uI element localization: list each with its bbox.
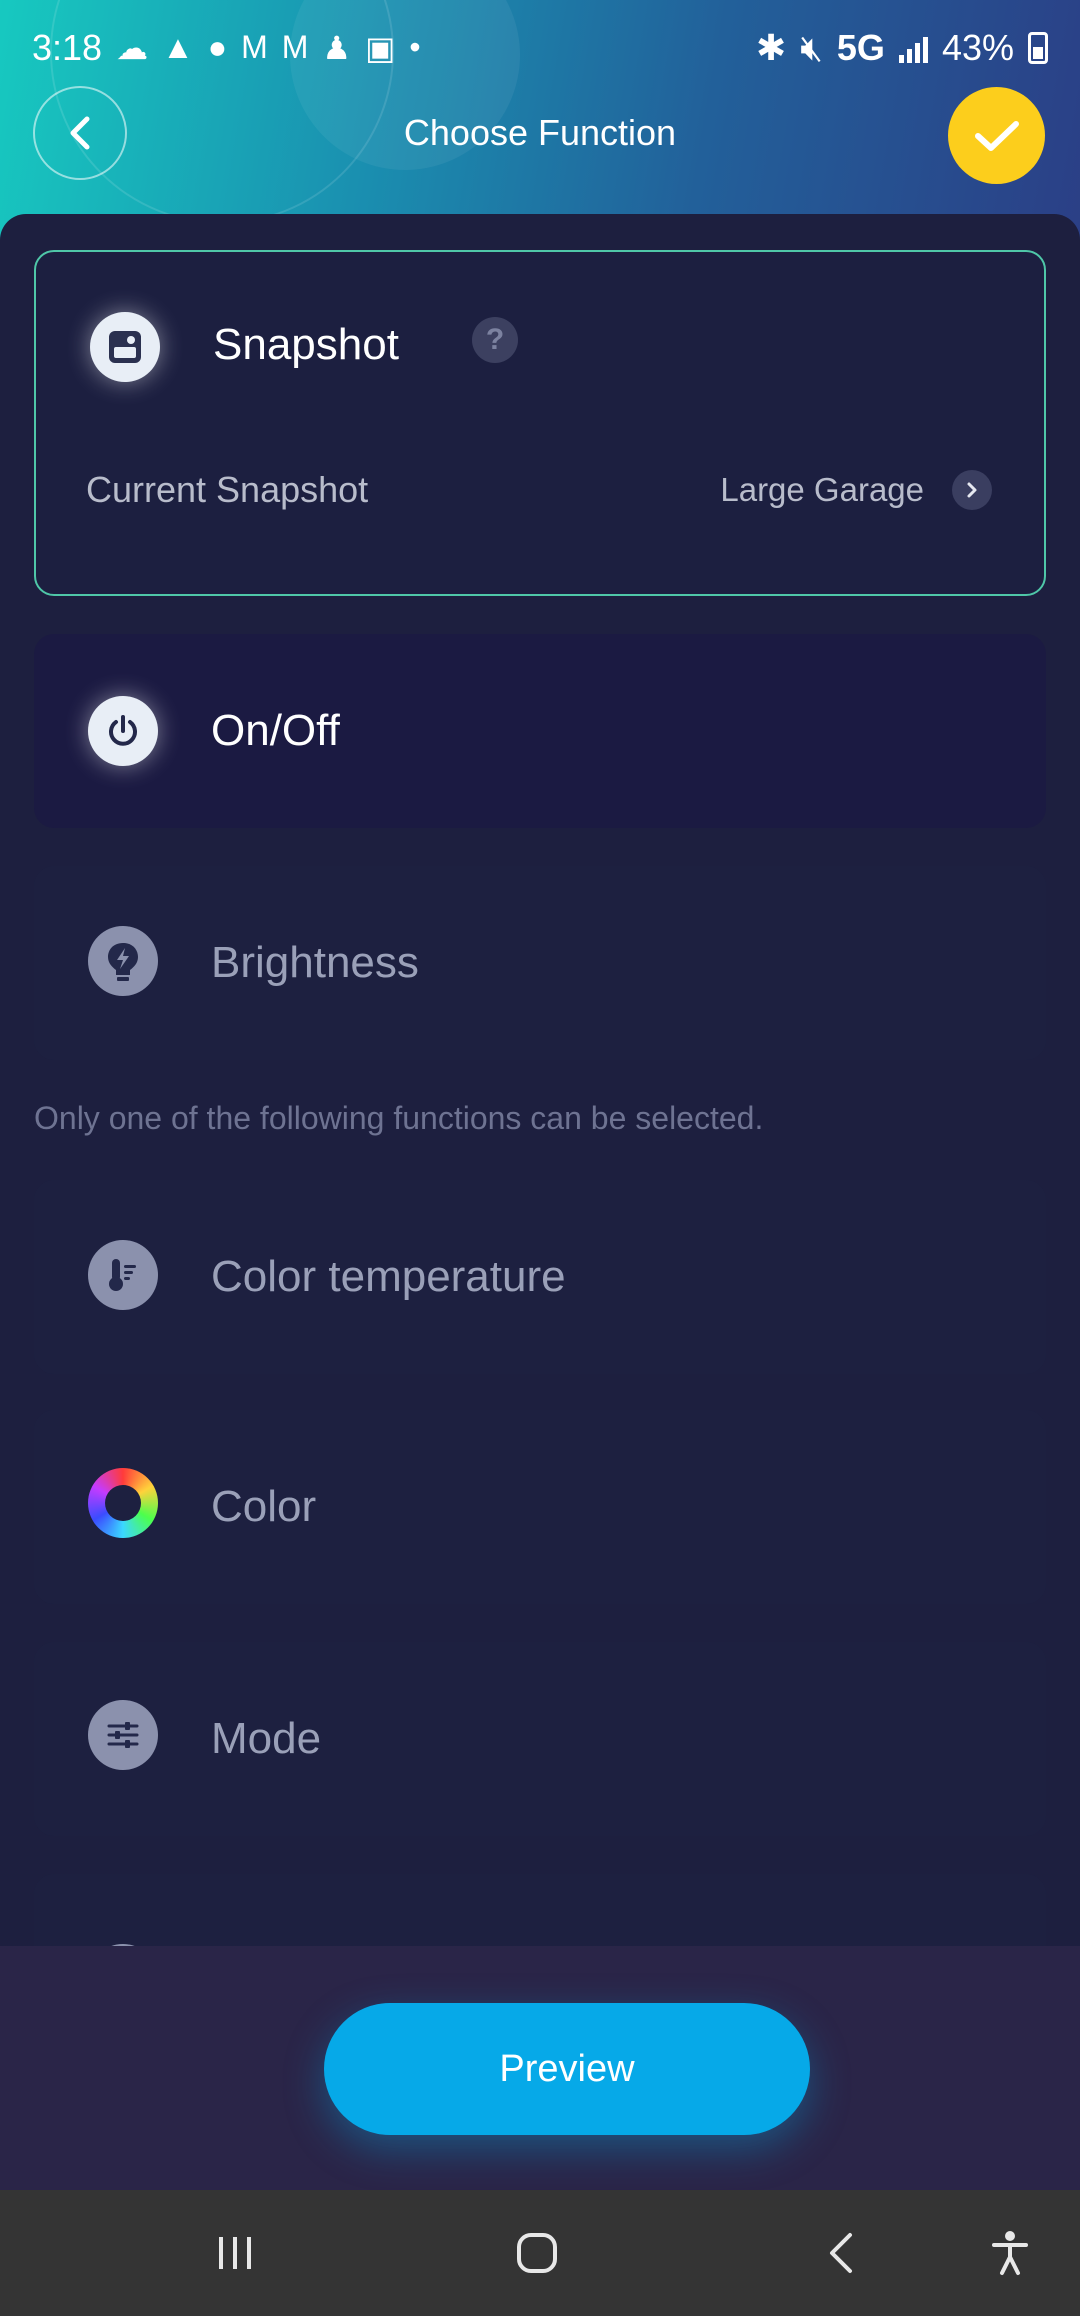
snapshot-icon <box>90 312 160 382</box>
checkmark-icon <box>974 120 1019 151</box>
color-wheel-icon <box>88 1468 158 1538</box>
gmail-icon: M <box>281 29 309 65</box>
back-icon[interactable] <box>796 2190 886 2316</box>
sliders-icon <box>88 1700 158 1770</box>
power-icon <box>88 696 158 766</box>
thermometer-icon <box>88 1240 158 1310</box>
accessibility-icon[interactable] <box>965 2190 1055 2316</box>
chevron-right-icon[interactable] <box>952 470 992 510</box>
function-label: On/Off <box>211 706 340 755</box>
network-type: 5G <box>836 27 885 68</box>
bluetooth-icon: ✱ <box>756 27 787 68</box>
function-label: Brightness <box>211 938 419 987</box>
status-right: ✱ 🔇︎ 5G 43% <box>756 27 1048 70</box>
cloud-icon: ☁ <box>116 30 149 66</box>
function-label: Color <box>211 1482 317 1531</box>
confirm-button[interactable] <box>948 87 1045 184</box>
function-item-mode[interactable]: Mode <box>34 1642 1046 1836</box>
recents-icon[interactable] <box>190 2190 280 2316</box>
function-item-partial[interactable] <box>34 1874 1046 1946</box>
exclusive-note: Only one of the following functions can … <box>34 1100 764 1136</box>
app-icon: ♟ <box>322 30 352 66</box>
function-item-brightness[interactable]: Brightness <box>34 866 1046 1060</box>
snapshot-label: Snapshot <box>213 320 399 369</box>
status-left: 3:18 ☁ ▲ ● M M ♟ ▣ • <box>32 27 421 69</box>
function-label: Color temperature <box>211 1252 566 1301</box>
bulb-icon <box>88 926 158 996</box>
battery-percent: 43% <box>941 27 1014 68</box>
function-label: Mode <box>211 1714 322 1763</box>
function-item-onoff[interactable]: On/Off <box>34 634 1046 828</box>
notification-icons: ☁ ▲ ● M M ♟ ▣ • <box>116 29 420 67</box>
signal-icon <box>898 33 928 63</box>
gmail-icon: M <box>241 29 268 65</box>
current-snapshot-value[interactable]: Large Garage <box>720 471 924 509</box>
navigation-icon: ▲ <box>162 29 194 65</box>
home-icon[interactable] <box>492 2190 582 2316</box>
preview-button[interactable]: Preview <box>324 2003 810 2135</box>
help-icon[interactable]: ? <box>472 317 518 363</box>
bottom-panel: Preview <box>0 1946 1080 2190</box>
status-time: 3:18 <box>32 27 103 68</box>
page-title: Choose Function <box>403 112 677 153</box>
battery-icon <box>1028 32 1048 64</box>
dot-icon: • <box>409 29 421 65</box>
status-bar: 3:18 ☁ ▲ ● M M ♟ ▣ • ✱ 🔇︎ 5G 43% <box>0 0 1080 96</box>
reddit-icon: ● <box>207 29 228 65</box>
current-snapshot-label: Current Snapshot <box>86 469 369 510</box>
mute-icon: 🔇︎ <box>800 26 823 68</box>
function-list: Snapshot ? Current Snapshot Large Garage… <box>0 214 1080 1946</box>
snapshot-card[interactable]: Snapshot ? Current Snapshot Large Garage <box>34 250 1046 596</box>
folder-icon: ▣ <box>365 30 396 66</box>
navigation-bar <box>0 2190 1080 2316</box>
function-item-color[interactable]: Color <box>34 1410 1046 1604</box>
function-item-color-temperature[interactable]: Color temperature <box>34 1180 1046 1374</box>
